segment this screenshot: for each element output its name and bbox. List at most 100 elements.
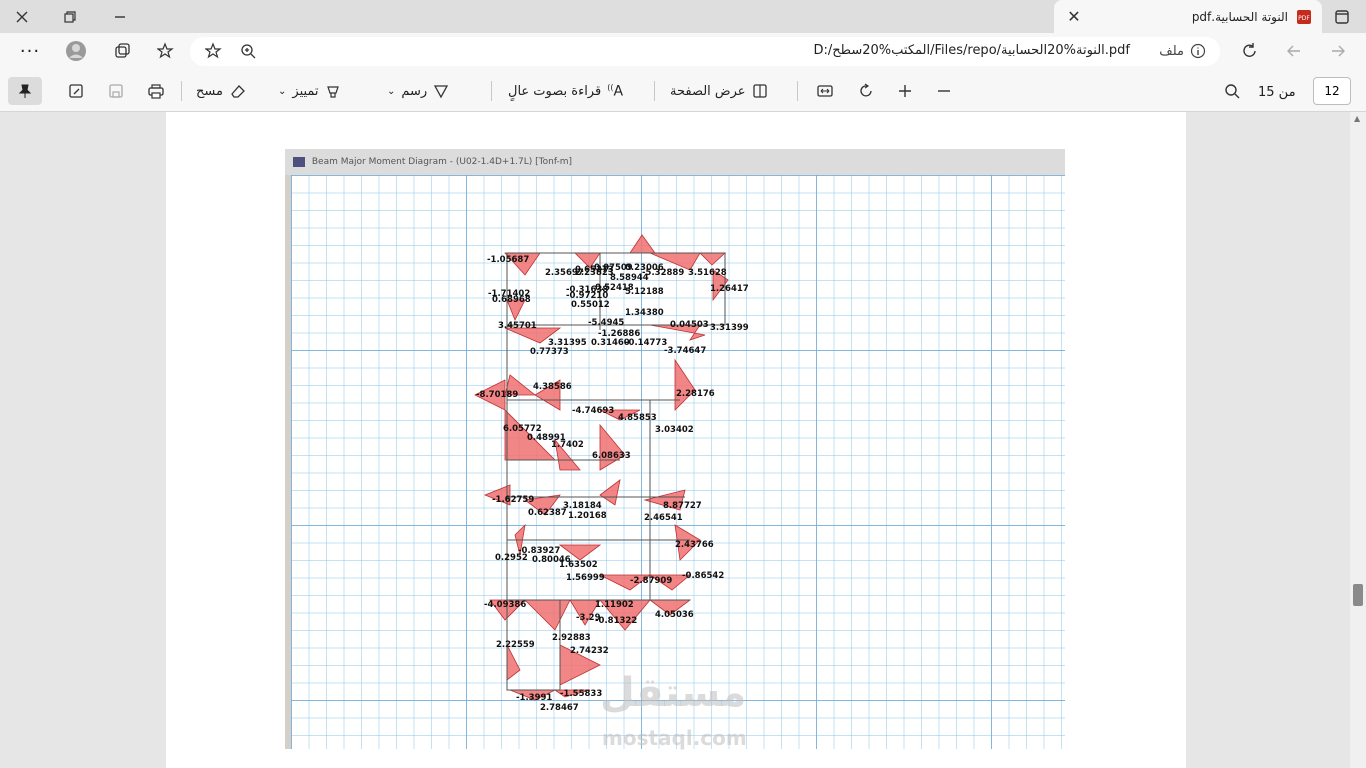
save-edit-icon xyxy=(69,84,83,98)
scrollbar-thumb[interactable] xyxy=(1353,584,1363,606)
site-info[interactable]: ملف xyxy=(1159,43,1206,59)
toolbar-divider xyxy=(654,81,655,101)
moment-value-label: -0.86542 xyxy=(682,571,724,581)
restore-window-button[interactable] xyxy=(56,4,84,30)
erase-button[interactable]: مسح xyxy=(196,77,247,105)
minus-icon xyxy=(938,90,950,92)
refresh-button[interactable] xyxy=(1236,38,1264,64)
back-button[interactable] xyxy=(1280,38,1308,64)
svg-text:PDF: PDF xyxy=(1298,15,1310,22)
moment-value-label: 3.03402 xyxy=(655,425,694,435)
zoom-page-button[interactable] xyxy=(234,38,262,64)
zoom-in-button[interactable] xyxy=(891,78,919,104)
search-button[interactable] xyxy=(1218,78,1246,104)
moment-value-label: -1.55833 xyxy=(560,689,602,699)
more-options-button[interactable]: ··· xyxy=(16,38,44,64)
beam-moment-diagram: -1.056872.356972.238230.075090.65273 0.23… xyxy=(474,234,749,713)
moment-value-label: 2.22559 xyxy=(496,640,535,650)
moment-value-label: -4.09386 xyxy=(484,600,526,610)
moment-value-label: 5.12188 xyxy=(625,287,664,297)
profile-button[interactable] xyxy=(62,38,90,64)
moment-value-label: 0.04503 xyxy=(670,320,709,330)
info-icon xyxy=(1190,43,1206,59)
vertical-scrollbar[interactable]: ▲ xyxy=(1350,112,1366,768)
moment-value-label: -1.05687 xyxy=(487,255,529,265)
moment-value-label: 0.65273 xyxy=(575,265,614,275)
fit-width-icon xyxy=(817,85,833,97)
moment-value-label: 1.7402 xyxy=(551,440,584,450)
favorites-list-icon xyxy=(157,42,174,59)
rotate-button[interactable] xyxy=(852,78,880,104)
collections-icon xyxy=(115,43,130,58)
eraser-icon xyxy=(231,85,245,98)
zoom-icon xyxy=(241,44,256,59)
zoom-out-button[interactable] xyxy=(930,78,958,104)
plus-icon xyxy=(899,85,911,97)
favorites-button[interactable] xyxy=(152,38,180,64)
page-view-button[interactable]: عرض الصفحة xyxy=(670,77,768,105)
minimize-window-button[interactable] xyxy=(106,4,134,30)
pin-icon xyxy=(18,84,32,98)
moment-shape xyxy=(506,644,521,681)
address-bar: ··· D:/المكتب%20سطح/Files/repo/النوتة%20… xyxy=(0,33,1366,72)
app-window-icon xyxy=(293,156,305,167)
pen-draw-icon xyxy=(434,85,449,99)
draw-chevron-icon[interactable]: ⌄ xyxy=(387,86,395,97)
add-favorite-button[interactable] xyxy=(200,38,228,64)
highlight-label: تمييز xyxy=(292,83,319,99)
moment-value-label: 0.62387 xyxy=(528,508,567,518)
tab-actions-button[interactable] xyxy=(1328,4,1356,30)
print-icon xyxy=(148,84,164,99)
moment-value-label: 1.26417 xyxy=(710,284,749,294)
print-button[interactable] xyxy=(142,78,170,104)
rotate-icon xyxy=(860,83,872,97)
draw-button[interactable]: رسم ⌄ xyxy=(387,77,449,105)
save-as-button[interactable] xyxy=(62,78,90,104)
highlighter-icon xyxy=(326,86,339,98)
moment-value-label: 0.68968 xyxy=(492,295,531,305)
moment-value-label: 2.43766 xyxy=(675,540,714,550)
moment-value-label: 0.2952 xyxy=(495,553,528,563)
moment-value-label: 0.55012 xyxy=(571,300,610,310)
diagram-window-title: Beam Major Moment Diagram - (U02-1.4D+1.… xyxy=(285,149,1065,175)
moment-value-label: 6.08633 xyxy=(592,451,631,461)
moment-value-label: 2.92883 xyxy=(552,633,591,643)
read-aloud-label: قراءة بصوت عالٍ xyxy=(508,83,602,99)
moment-value-label: -1.3991 xyxy=(516,693,552,703)
scroll-up-arrow-icon[interactable]: ▲ xyxy=(1354,114,1360,123)
star-add-icon xyxy=(205,42,222,59)
close-window-button[interactable] xyxy=(8,4,36,30)
tab-close-icon[interactable]: ✕ xyxy=(1060,7,1088,26)
diagram-title-text: Beam Major Moment Diagram - (U02-1.4D+1.… xyxy=(311,157,573,167)
moment-shape xyxy=(524,599,571,631)
moment-value-label: -5.4945 xyxy=(588,318,624,328)
diagram-grid: -1.05687 2.35697 2.23823 0.07509 0.65273 0.23… xyxy=(291,175,1065,749)
erase-label: مسح xyxy=(196,83,223,99)
highlight-chevron-icon[interactable]: ⌄ xyxy=(278,86,286,97)
moment-value-label: 8.58944 xyxy=(610,273,649,283)
moment-value-label: 2.78467 xyxy=(540,703,579,713)
avatar-icon xyxy=(66,41,86,61)
toolbar-divider xyxy=(797,81,798,101)
forward-button[interactable] xyxy=(1324,38,1352,64)
moment-value-label: 4.38586 xyxy=(533,382,572,392)
toolbar-divider xyxy=(491,81,492,101)
refresh-icon xyxy=(1243,43,1256,57)
file-label: ملف xyxy=(1159,43,1184,59)
read-aloud-icon: A)) xyxy=(607,82,624,100)
minimize-icon xyxy=(115,16,125,18)
pin-toolbar-button[interactable] xyxy=(8,77,42,105)
read-aloud-button[interactable]: A)) قراءة بصوت عالٍ xyxy=(508,77,623,105)
fit-width-button[interactable] xyxy=(811,78,839,104)
moment-value-label: 0.31460 xyxy=(591,338,630,348)
collections-button[interactable] xyxy=(108,38,136,64)
moment-value-label: 3.51628 xyxy=(688,268,727,278)
url-field[interactable]: D:/المكتب%20سطح/Files/repo/النوتة%20الحس… xyxy=(190,37,1220,66)
browser-tab[interactable]: PDF النوتة الحسابية.pdf ✕ xyxy=(1054,0,1322,33)
save-button[interactable] xyxy=(102,78,130,104)
page-view-icon xyxy=(752,84,767,98)
moment-value-label: 1.11902 xyxy=(595,600,634,610)
highlight-button[interactable]: تمييز ⌄ xyxy=(278,77,341,105)
page-number-input[interactable]: 12 xyxy=(1313,77,1351,105)
arrow-right-icon xyxy=(1332,45,1345,57)
